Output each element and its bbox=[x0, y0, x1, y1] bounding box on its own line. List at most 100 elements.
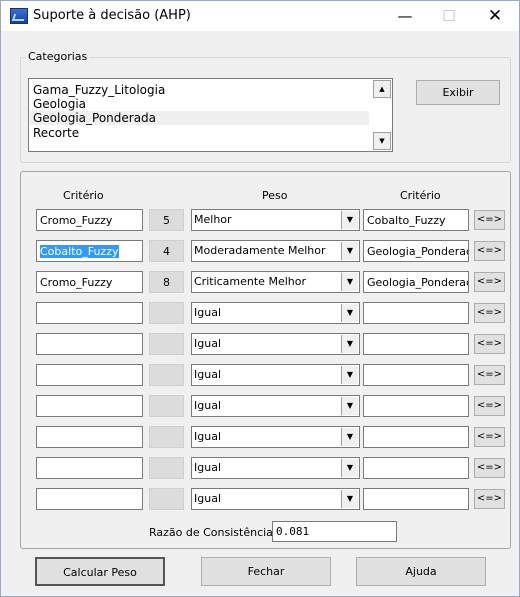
criterion-right-field[interactable] bbox=[363, 302, 469, 324]
swap-button[interactable]: <=> bbox=[474, 396, 505, 416]
dropdown-arrow-icon[interactable]: ▼ bbox=[341, 428, 358, 446]
consistency-ratio-field[interactable]: 0.081 bbox=[272, 521, 397, 542]
dropdown-arrow-icon[interactable]: ▼ bbox=[341, 366, 358, 384]
consistency-ratio-label: Razão de Consistência bbox=[149, 526, 273, 539]
scroll-up-arrow-icon[interactable]: ▲ bbox=[373, 80, 391, 98]
peso-select[interactable]: Igual ▼ bbox=[191, 333, 360, 355]
peso-selected-value: Igual bbox=[194, 399, 221, 412]
criterion-left-field[interactable] bbox=[36, 488, 143, 510]
criterion-right-field[interactable] bbox=[363, 426, 469, 448]
weight-value bbox=[149, 488, 184, 510]
peso-select[interactable]: Igual ▼ bbox=[191, 426, 360, 448]
criterion-right-field[interactable] bbox=[363, 457, 469, 479]
criterion-left-field[interactable] bbox=[36, 364, 143, 386]
weight-value bbox=[149, 395, 184, 417]
minimize-button[interactable]: — bbox=[383, 1, 427, 31]
criterion-left-field[interactable] bbox=[36, 302, 143, 324]
fechar-button[interactable]: Fechar bbox=[201, 557, 331, 586]
peso-select[interactable]: Igual ▼ bbox=[191, 457, 360, 479]
category-item[interactable]: Gama_Fuzzy_Litologia bbox=[33, 83, 165, 97]
peso-selected-value: Moderadamente Melhor bbox=[194, 244, 326, 257]
dropdown-arrow-icon[interactable]: ▼ bbox=[341, 304, 358, 322]
peso-select[interactable]: Igual ▼ bbox=[191, 395, 360, 417]
peso-selected-value: Igual bbox=[194, 306, 221, 319]
criterion-right-field[interactable]: Cobalto_Fuzzy bbox=[363, 209, 469, 231]
maximize-button[interactable]: ☐ bbox=[427, 1, 471, 31]
criterion-left-field[interactable] bbox=[36, 457, 143, 479]
swap-button[interactable]: <=> bbox=[474, 365, 505, 385]
scroll-down-arrow-icon[interactable]: ▼ bbox=[373, 132, 391, 150]
criterion-left-selected-text: Cobalto_Fuzzy bbox=[40, 245, 119, 258]
category-item[interactable]: Recorte bbox=[33, 126, 79, 140]
dropdown-arrow-icon[interactable]: ▼ bbox=[341, 273, 358, 291]
criterion-right-field[interactable] bbox=[363, 488, 469, 510]
categories-legend: Categorias bbox=[26, 50, 90, 63]
comparison-row: Igual ▼ <=> bbox=[21, 457, 510, 481]
header-criterio-right: Critério bbox=[400, 189, 441, 202]
dropdown-arrow-icon[interactable]: ▼ bbox=[341, 490, 358, 508]
swap-button[interactable]: <=> bbox=[474, 458, 505, 478]
criterion-left-field[interactable]: Cromo_Fuzzy bbox=[36, 209, 143, 231]
dropdown-arrow-icon[interactable]: ▼ bbox=[341, 459, 358, 477]
weight-value bbox=[149, 333, 184, 355]
peso-select[interactable]: Igual ▼ bbox=[191, 364, 360, 386]
app-icon bbox=[10, 8, 28, 24]
category-item[interactable]: Geologia bbox=[33, 97, 86, 111]
swap-button[interactable]: <=> bbox=[474, 303, 505, 323]
calcular-peso-button[interactable]: Calcular Peso bbox=[35, 557, 165, 586]
swap-button[interactable]: <=> bbox=[474, 210, 505, 230]
category-item-selected[interactable]: Geologia_Ponderada bbox=[30, 111, 369, 125]
comparison-row: Cobalto_Fuzzy 4 Moderadamente Melhor ▼ Ge… bbox=[21, 240, 510, 264]
swap-button[interactable]: <=> bbox=[474, 334, 505, 354]
peso-select[interactable]: Igual ▼ bbox=[191, 302, 360, 324]
peso-selected-value: Igual bbox=[194, 461, 221, 474]
comparison-row: Igual ▼ <=> bbox=[21, 364, 510, 388]
weight-value: 4 bbox=[149, 240, 184, 262]
criterion-right-field[interactable] bbox=[363, 333, 469, 355]
swap-button[interactable]: <=> bbox=[474, 241, 505, 261]
peso-select[interactable]: Criticamente Melhor ▼ bbox=[191, 271, 360, 293]
header-peso: Peso bbox=[262, 189, 288, 202]
close-button[interactable]: ✕ bbox=[473, 1, 517, 31]
dropdown-arrow-icon[interactable]: ▼ bbox=[341, 335, 358, 353]
weight-value bbox=[149, 364, 184, 386]
criterion-left-field[interactable] bbox=[36, 426, 143, 448]
criterion-right-field[interactable] bbox=[363, 364, 469, 386]
ajuda-button[interactable]: Ajuda bbox=[356, 557, 486, 586]
title-bar: Suporte à decisão (AHP) — ☐ ✕ bbox=[1, 1, 519, 31]
criterion-left-field[interactable]: Cobalto_Fuzzy bbox=[36, 240, 143, 262]
peso-selected-value: Igual bbox=[194, 368, 221, 381]
dropdown-arrow-icon[interactable]: ▼ bbox=[341, 242, 358, 260]
weight-value: 5 bbox=[149, 209, 184, 231]
comparison-row: Igual ▼ <=> bbox=[21, 426, 510, 450]
peso-select[interactable]: Igual ▼ bbox=[191, 488, 360, 510]
categories-list[interactable]: Gama_Fuzzy_Litologia Geologia Geologia_P… bbox=[28, 78, 393, 152]
criterion-left-field[interactable]: Cromo_Fuzzy bbox=[36, 271, 143, 293]
swap-button[interactable]: <=> bbox=[474, 427, 505, 447]
peso-selected-value: Igual bbox=[194, 337, 221, 350]
dropdown-arrow-icon[interactable]: ▼ bbox=[341, 397, 358, 415]
criterion-right-field[interactable]: Geologia_Ponderada bbox=[363, 240, 469, 262]
peso-selected-value: Melhor bbox=[194, 213, 232, 226]
weight-value bbox=[149, 302, 184, 324]
weight-value bbox=[149, 426, 184, 448]
criterion-left-field[interactable] bbox=[36, 333, 143, 355]
peso-selected-value: Criticamente Melhor bbox=[194, 275, 306, 288]
ahp-dialog-window: Suporte à decisão (AHP) — ☐ ✕ Categorias… bbox=[0, 0, 520, 597]
comparison-row: Cromo_Fuzzy 8 Criticamente Melhor ▼ Geolo… bbox=[21, 271, 510, 295]
criterion-right-field[interactable]: Geologia_Ponderada bbox=[363, 271, 469, 293]
dropdown-arrow-icon[interactable]: ▼ bbox=[341, 211, 358, 229]
exibir-button[interactable]: Exibir bbox=[416, 80, 500, 105]
header-criterio-left: Critério bbox=[63, 189, 104, 202]
comparison-row: Cromo_Fuzzy 5 Melhor ▼ Cobalto_Fuzzy <=> bbox=[21, 209, 510, 233]
comparison-row: Igual ▼ <=> bbox=[21, 488, 510, 512]
swap-button[interactable]: <=> bbox=[474, 272, 505, 292]
swap-button[interactable]: <=> bbox=[474, 489, 505, 509]
weight-value bbox=[149, 457, 184, 479]
peso-select[interactable]: Moderadamente Melhor ▼ bbox=[191, 240, 360, 262]
weight-value: 8 bbox=[149, 271, 184, 293]
criterion-right-field[interactable] bbox=[363, 395, 469, 417]
criterion-left-field[interactable] bbox=[36, 395, 143, 417]
peso-select[interactable]: Melhor ▼ bbox=[191, 209, 360, 231]
window-title: Suporte à decisão (AHP) bbox=[33, 8, 191, 23]
